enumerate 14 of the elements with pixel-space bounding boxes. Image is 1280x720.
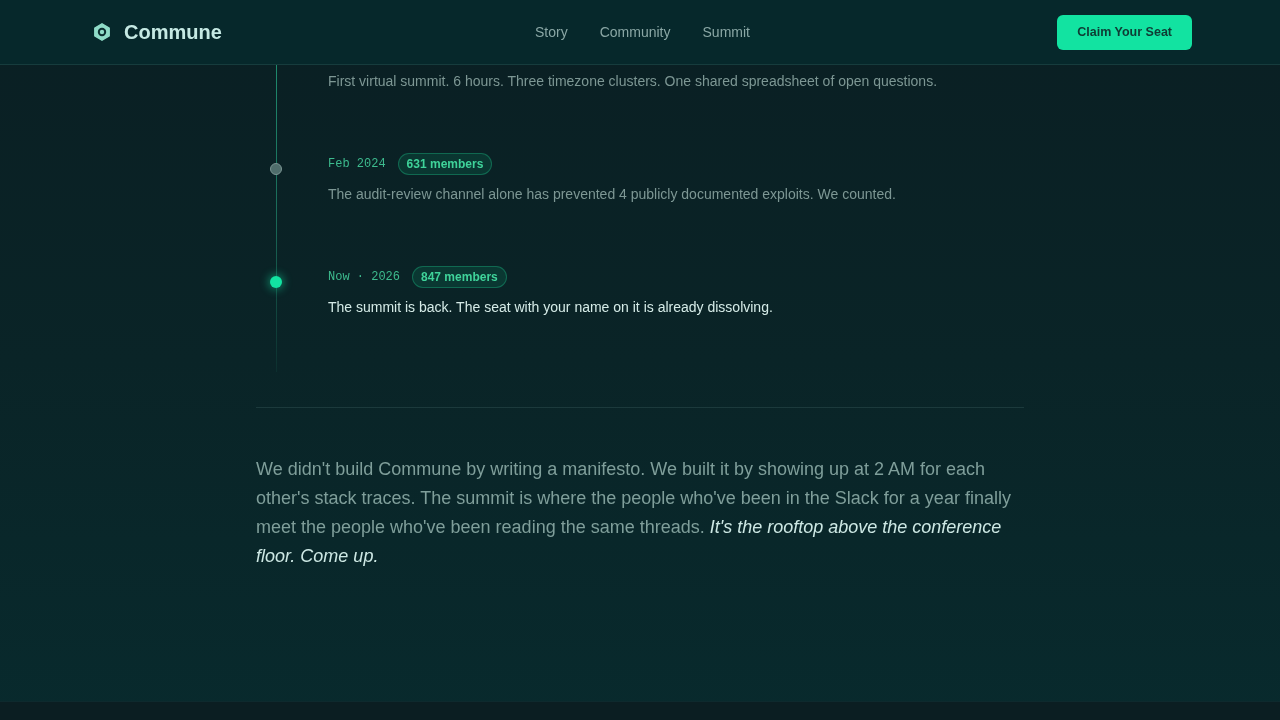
timeline-description: First virtual summit. 6 hours. Three timezone clusters. One shared spreadsheet of open questions. — [328, 72, 939, 91]
timeline-description: The summit is back. The seat with your name on it is already dissolving. — [328, 298, 774, 317]
hexagon-logo-icon — [93, 23, 111, 41]
timeline-description: The audit-review channel alone has prevented 4 publicly documented exploits. We counted. — [328, 185, 897, 204]
claim-seat-button[interactable]: Claim Your Seat — [1057, 14, 1192, 50]
member-count-pill: 631 members — [397, 153, 493, 175]
brand-name: Commune — [124, 20, 222, 44]
timeline-date: Now · 2026 — [328, 270, 400, 284]
nav-link[interactable]: Summit — [702, 24, 750, 40]
nav-link[interactable]: Story — [535, 24, 568, 40]
nav-link[interactable]: Community — [599, 24, 671, 40]
member-count-pill: 847 members — [412, 266, 507, 288]
timeline-date: Feb 2024 — [328, 157, 386, 171]
closing-paragraph: We didn't build Commune by writing a manifesto. We built it by showing up at 2 AM for each other's stack traces. The summit is where the people who've been in the Slack for a year finally meet the people who've been reading the same threads. It's the rooftop above the conference floor. Come up. — [256, 458, 1012, 568]
